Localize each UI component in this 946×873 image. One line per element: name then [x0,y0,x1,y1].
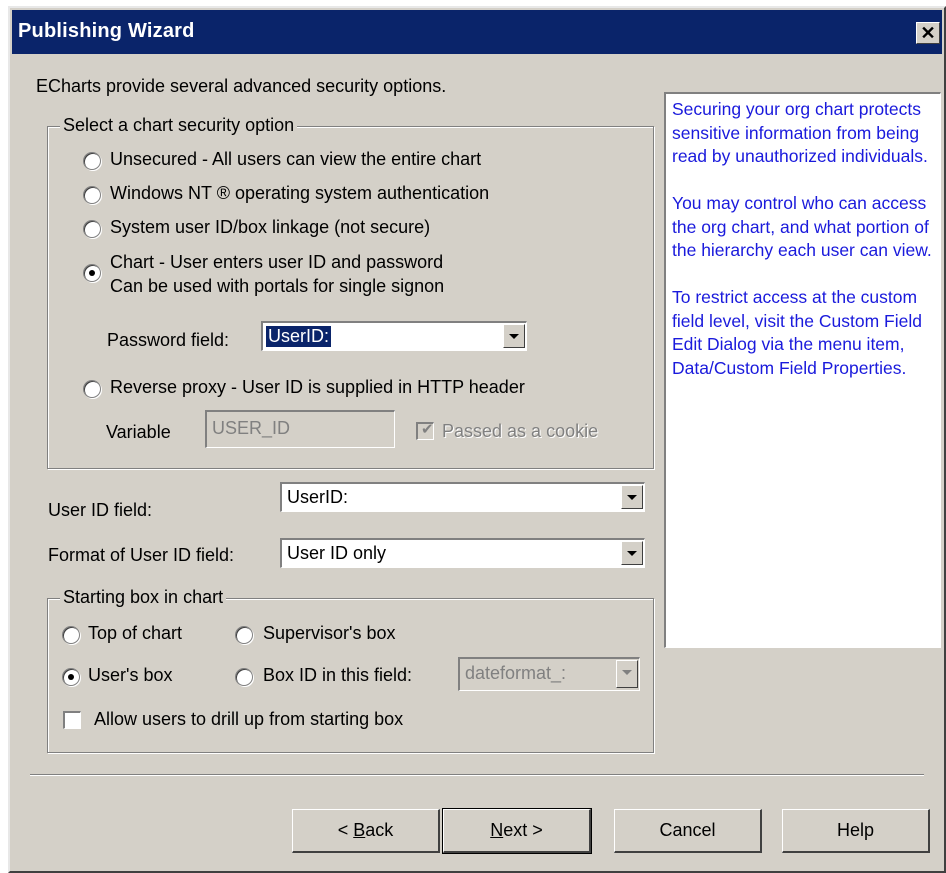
close-button[interactable]: ✕ [916,22,940,44]
back-button[interactable]: < Back [292,809,440,853]
password-field-select[interactable]: UserID: [261,321,527,351]
password-field-label: Password field: [107,330,230,350]
chart-option-label[interactable]: Chart - User enters user ID and password [110,252,443,273]
variable-value: USER_ID [212,418,291,438]
passed-as-cookie-checkbox[interactable]: ✔ [416,421,434,440]
next-button[interactable]: Next > [442,808,592,854]
publishing-wizard-dialog: Publishing Wizard ✕ ECharts provide seve… [8,6,946,873]
format-field-select[interactable]: User ID only [280,538,645,568]
reverse-proxy-radio[interactable] [83,380,101,398]
system-user-label[interactable]: System user ID/box linkage (not secure) [110,217,430,238]
supervisors-box-radio[interactable] [235,626,253,644]
chevron-down-icon[interactable] [621,485,643,509]
variable-input[interactable]: USER_ID [205,410,395,448]
users-box-label[interactable]: User's box [88,665,172,686]
drill-up-checkbox[interactable] [63,711,81,729]
info-paragraph-2: You may control who can access the org c… [672,193,932,260]
drill-up-label[interactable]: Allow users to drill up from starting bo… [94,709,403,730]
user-id-field-value: UserID: [287,487,349,507]
security-group-legend: Select a chart security option [60,115,298,136]
users-box-radio[interactable] [62,668,80,686]
reverse-proxy-label[interactable]: Reverse proxy - User ID is supplied in H… [110,377,525,398]
passed-as-cookie-label: Passed as a cookie [442,421,599,441]
checkmark-icon: ✔ [421,421,434,438]
windows-nt-radio[interactable] [83,186,101,204]
box-id-field-radio[interactable] [235,668,253,686]
cancel-button[interactable]: Cancel [614,809,762,853]
user-id-field-select[interactable]: UserID: [280,482,645,512]
box-id-field-select[interactable]: dateformat_: [458,657,640,691]
title-bar: Publishing Wizard ✕ [12,10,942,54]
chevron-down-icon[interactable] [621,541,643,565]
top-of-chart-label[interactable]: Top of chart [88,623,182,644]
close-icon: ✕ [920,23,936,43]
variable-label: Variable [106,422,171,442]
supervisors-box-label[interactable]: Supervisor's box [263,623,396,644]
window-title: Publishing Wizard [18,20,195,42]
info-paragraph-1: Securing your org chart protects sensiti… [672,99,928,166]
unsecured-label[interactable]: Unsecured - All users can view the entir… [110,149,481,170]
chevron-down-icon[interactable] [503,324,525,348]
user-id-field-label: User ID field: [48,500,153,520]
button-separator [30,774,924,776]
info-panel: Securing your org chart protects sensiti… [664,92,941,648]
top-of-chart-radio[interactable] [62,626,80,644]
intro-text: ECharts provide several advanced securit… [36,76,447,96]
format-field-label: Format of User ID field: [48,545,235,565]
starting-group-legend: Starting box in chart [60,587,227,608]
chart-option-sublabel[interactable]: Can be used with portals for single sign… [110,276,444,297]
box-id-field-label[interactable]: Box ID in this field: [263,665,412,686]
format-field-value: User ID only [287,543,387,563]
box-id-field-value: dateformat_: [465,663,567,683]
help-button[interactable]: Help [782,809,930,853]
password-field-value: UserID: [264,325,333,348]
unsecured-radio[interactable] [83,152,101,170]
chart-user-password-radio[interactable] [83,264,101,282]
system-user-radio[interactable] [83,220,101,238]
chevron-down-icon[interactable] [616,660,638,688]
info-paragraph-3: To restrict access at the custom field l… [672,287,922,378]
windows-nt-label[interactable]: Windows NT ® operating system authentica… [110,183,489,204]
